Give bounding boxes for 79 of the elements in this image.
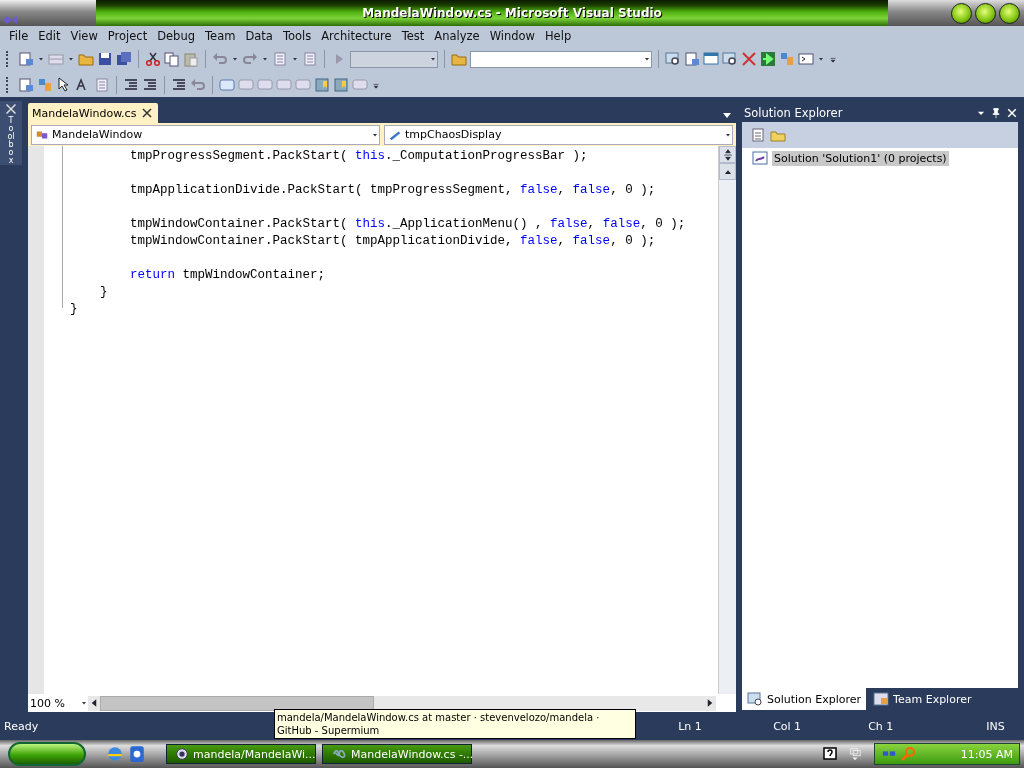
close-button[interactable] [999, 2, 1020, 24]
code-line: return tmpWindowContainer; [129, 267, 327, 284]
clock: 11:05 AM [960, 747, 1013, 761]
menu-item[interactable]: Team [200, 29, 241, 43]
pin-icon[interactable] [990, 106, 1002, 119]
tree-item[interactable]: Solution 'Solution1' (0 projects) [772, 150, 949, 166]
member-dropdown[interactable]: tmpChaosDisplay [384, 124, 733, 145]
code-line: tmpProgressSegment.PackStart( this._ComputationProgressBar ); [129, 148, 589, 165]
menu-item[interactable]: Window [484, 29, 540, 43]
search-dropdown[interactable] [470, 50, 652, 68]
app-icon[interactable] [128, 745, 146, 763]
menu-item[interactable]: Data [240, 29, 278, 43]
globe-icon[interactable] [175, 747, 189, 761]
bookmark-icon[interactable] [314, 76, 330, 93]
solution-icon[interactable] [752, 150, 768, 166]
caret-icon[interactable] [722, 111, 732, 119]
team-icon[interactable] [873, 691, 890, 707]
menu-item[interactable]: Architecture [316, 29, 397, 43]
type-dropdown[interactable]: MandelaWindow [31, 124, 380, 145]
line-number: Ln 1 [678, 719, 703, 733]
save-icon[interactable] [97, 51, 113, 67]
menu-item[interactable]: File [4, 29, 34, 43]
find-icon[interactable] [665, 51, 681, 67]
toolbox-tab[interactable]: Toolbox [0, 101, 22, 165]
menu-item[interactable]: Project [102, 29, 153, 43]
menu-item[interactable]: Test [396, 29, 430, 43]
window-search-icon[interactable] [747, 691, 763, 707]
indent-icon[interactable] [123, 76, 139, 93]
taskbar-button[interactable]: MandelaWindow.cs -... [322, 744, 472, 764]
find-icon[interactable] [722, 51, 738, 67]
tools-icon [4, 103, 18, 115]
insert-mode: INS [986, 719, 1005, 733]
code-line: tmpApplicationDivide.PackStart( tmpProgressSegment, false, false, 0 ); [129, 182, 657, 199]
split-icon[interactable] [721, 148, 734, 161]
properties-icon[interactable] [750, 127, 766, 143]
panel-tab[interactable]: Solution Explorer [742, 688, 867, 710]
menu-item[interactable]: Edit [33, 29, 66, 43]
infinity-icon[interactable] [331, 747, 347, 761]
menu-item[interactable]: Analyze [429, 29, 485, 43]
code-line: tmpWindowContainer.PackStart( tmpApplicationDivide, false, false, 0 ); [129, 233, 657, 250]
window-title: MandelaWindow.cs - Microsoft Visual Studio [362, 6, 662, 20]
code-line: } [70, 301, 79, 318]
indent-icon[interactable] [171, 76, 187, 93]
horizontal-scrollbar[interactable] [88, 695, 716, 711]
taskbar-button[interactable]: mandela/MandelaWi... [166, 744, 316, 764]
new-item-icon[interactable] [18, 51, 34, 67]
minimize-button[interactable] [951, 2, 972, 24]
rectangle-icon[interactable] [219, 76, 235, 93]
save-all-icon[interactable] [116, 51, 132, 67]
close-icon[interactable] [142, 108, 153, 118]
help-icon[interactable] [822, 746, 838, 762]
code-line: } [99, 284, 109, 301]
menu-item[interactable]: Tools [277, 29, 317, 43]
vertical-scrollbar[interactable] [718, 146, 736, 694]
menu-item[interactable]: Debug [152, 29, 200, 43]
tooltip: mandela/MandelaWindow.cs at master · stevenvelozo/mandela · GitHub - Supermium [274, 709, 636, 739]
bookmark-icon[interactable] [333, 76, 349, 93]
menu-item[interactable]: Help [539, 29, 577, 43]
arrow-icon[interactable] [760, 51, 776, 67]
column-number: Col 1 [773, 719, 803, 733]
panel-title: Solution Explorer [744, 105, 844, 120]
status-text: Ready [4, 719, 39, 733]
console-icon[interactable] [798, 51, 814, 67]
cut-icon[interactable] [145, 51, 161, 67]
windows-icon[interactable] [848, 746, 862, 762]
char-number: Ch 1 [868, 719, 895, 733]
maximize-button[interactable] [975, 2, 996, 24]
browser-icon[interactable] [106, 745, 124, 763]
copy-icon[interactable] [164, 51, 180, 67]
document-tab[interactable]: MandelaWindow.cs [28, 103, 159, 123]
paste-icon[interactable] [183, 51, 199, 67]
menu-item[interactable]: View [65, 29, 103, 43]
code-line: tmpWindowContainer.PackStart( this._ApplicationMenu() , false, false, 0 ); [129, 216, 687, 233]
panel-tab[interactable]: Team Explorer [868, 688, 977, 710]
start-button[interactable] [8, 742, 86, 766]
new-item-icon[interactable] [18, 76, 34, 93]
indent-icon[interactable] [142, 76, 158, 93]
close-icon[interactable] [1006, 106, 1018, 119]
window-icon[interactable] [703, 51, 719, 67]
